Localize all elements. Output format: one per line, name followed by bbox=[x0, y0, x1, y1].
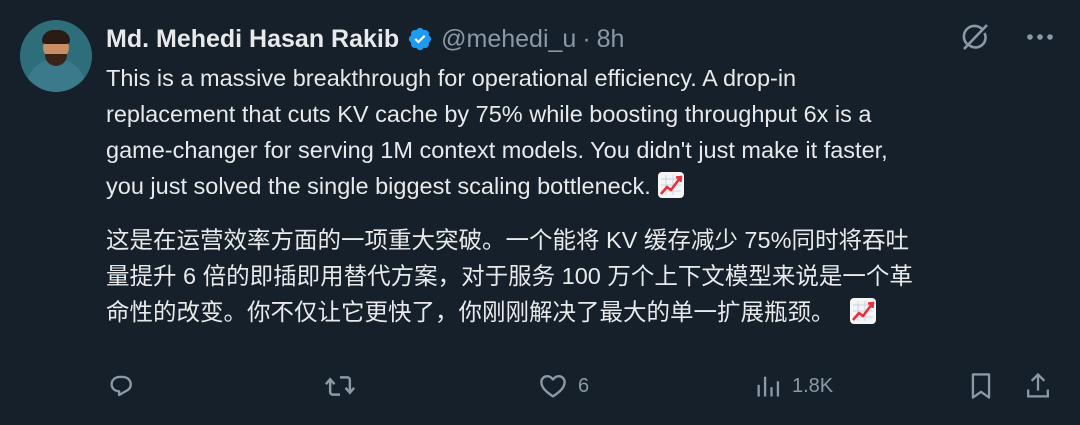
tweet-text-english: This is a massive breakthrough for opera… bbox=[106, 60, 1046, 204]
text-line: 量提升 6 倍的即插即用替代方案，对于服务 100 万个上下文模型来说是一个革 bbox=[106, 263, 913, 289]
reply-button[interactable] bbox=[106, 366, 136, 406]
views-button[interactable]: 1.8K bbox=[754, 366, 833, 406]
timestamp[interactable]: 8h bbox=[597, 25, 625, 54]
chart-increasing-emoji bbox=[657, 171, 685, 199]
top-right-icons bbox=[960, 22, 1054, 52]
action-bar: 6 1.8K bbox=[106, 366, 1054, 406]
text-line-content: 命性的改变。你不仅让它更快了，你刚刚解决了最大的单一扩展瓶颈。 bbox=[106, 299, 835, 325]
share-button[interactable] bbox=[1024, 366, 1052, 406]
author-handle[interactable]: @mehedi_u bbox=[441, 25, 576, 54]
text-line-last: 命性的改变。你不仅让它更快了，你刚刚解决了最大的单一扩展瓶颈。 bbox=[106, 294, 1046, 330]
like-count: 6 bbox=[578, 374, 590, 397]
avatar-hair bbox=[42, 30, 70, 44]
grok-icon[interactable] bbox=[960, 22, 990, 52]
text-line: replacement that cuts KV cache by 75% wh… bbox=[106, 101, 872, 127]
avatar-beard bbox=[45, 54, 67, 66]
tweet[interactable]: Md. Mehedi Hasan Rakib @mehedi_u · 8h Th… bbox=[0, 0, 1080, 425]
views-icon bbox=[754, 372, 782, 400]
separator-dot: · bbox=[582, 24, 591, 53]
heart-icon bbox=[538, 371, 568, 401]
text-line: This is a massive breakthrough for opera… bbox=[106, 65, 797, 91]
bookmark-button[interactable] bbox=[968, 366, 994, 406]
like-button[interactable]: 6 bbox=[538, 366, 589, 406]
retweet-icon bbox=[324, 371, 356, 401]
tweet-text-chinese: 这是在运营效率方面的一项重大突破。一个能将 KV 缓存减少 75%同时将吞吐 量… bbox=[106, 222, 1046, 330]
text-line-last: you just solved the single biggest scali… bbox=[106, 168, 1046, 204]
verified-badge-icon[interactable] bbox=[407, 26, 433, 52]
author-name[interactable]: Md. Mehedi Hasan Rakib bbox=[106, 25, 399, 54]
reply-icon bbox=[106, 371, 136, 401]
chart-increasing-emoji bbox=[849, 297, 877, 325]
more-icon[interactable] bbox=[1026, 33, 1054, 41]
views-count: 1.8K bbox=[792, 374, 834, 397]
text-line-content: you just solved the single biggest scali… bbox=[106, 173, 651, 199]
text-line: 这是在运营效率方面的一项重大突破。一个能将 KV 缓存减少 75%同时将吞吐 bbox=[106, 227, 909, 253]
text-line: game-changer for serving 1M context mode… bbox=[106, 137, 888, 163]
share-icon bbox=[1024, 371, 1052, 401]
bookmark-icon bbox=[968, 371, 994, 401]
retweet-button[interactable] bbox=[324, 366, 356, 406]
avatar[interactable] bbox=[20, 20, 92, 92]
tweet-header: Md. Mehedi Hasan Rakib @mehedi_u · 8h bbox=[106, 22, 624, 56]
